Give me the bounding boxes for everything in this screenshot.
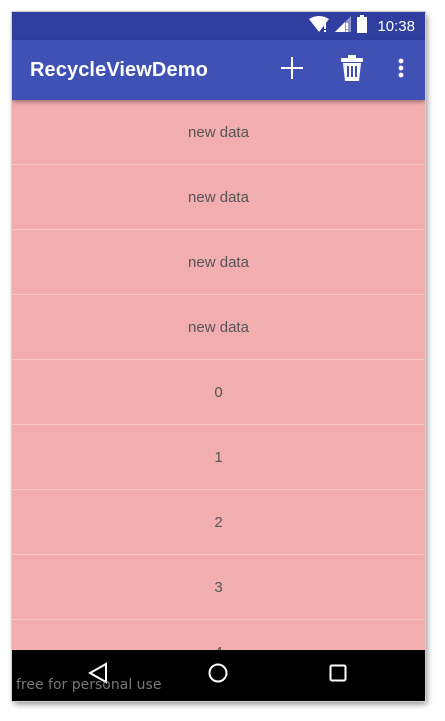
list-item[interactable]: 1: [12, 425, 425, 490]
phone-screen: 10:38 RecycleViewDemo new data new data …: [12, 12, 425, 701]
delete-button[interactable]: [330, 48, 374, 92]
back-button[interactable]: [68, 650, 128, 701]
overflow-menu-icon: [398, 58, 404, 83]
list-item[interactable]: new data: [12, 100, 425, 165]
status-time: 10:38: [377, 17, 415, 35]
status-bar: 10:38: [12, 12, 425, 40]
app-title: RecycleViewDemo: [30, 59, 208, 81]
battery-icon: [357, 14, 368, 38]
home-icon: [207, 662, 229, 689]
list-item[interactable]: new data: [12, 230, 425, 295]
recycler-list[interactable]: new data new data new data new data 0 1 …: [12, 100, 425, 650]
watermark-text: free for personal use: [16, 677, 162, 693]
delete-icon: [341, 54, 363, 86]
status-icons: 10:38: [309, 12, 415, 40]
list-item[interactable]: new data: [12, 165, 425, 230]
list-item[interactable]: new data: [12, 295, 425, 360]
list-item[interactable]: 0: [12, 360, 425, 425]
list-item[interactable]: 3: [12, 555, 425, 620]
wifi-icon: [309, 15, 330, 37]
signal-icon: [335, 15, 352, 37]
add-icon: [280, 56, 304, 85]
add-button[interactable]: [270, 48, 314, 92]
overflow-menu-button[interactable]: [379, 48, 423, 92]
app-bar: RecycleViewDemo: [12, 40, 425, 100]
list-item[interactable]: 4: [12, 620, 425, 651]
home-button[interactable]: [188, 650, 248, 701]
list-item[interactable]: 2: [12, 490, 425, 555]
recents-button[interactable]: [308, 650, 368, 701]
navigation-bar: [12, 650, 425, 701]
recents-icon: [329, 664, 347, 687]
